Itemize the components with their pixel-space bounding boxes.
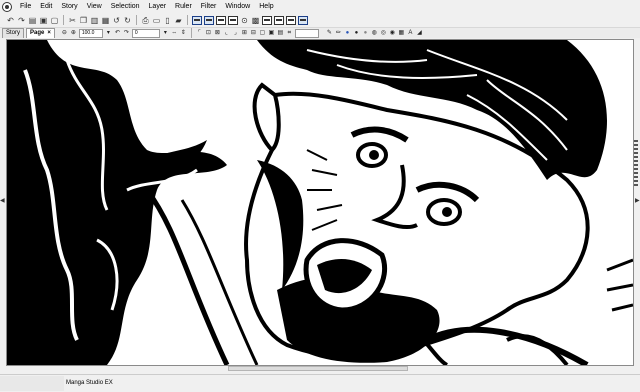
zoom-in-icon[interactable]: ⊕ bbox=[70, 30, 77, 37]
menu-selection[interactable]: Selection bbox=[106, 0, 144, 13]
print-preview-icon[interactable]: ▭ bbox=[152, 16, 161, 25]
rotation-field[interactable]: 0 bbox=[131, 28, 160, 38]
snap-icon[interactable]: ⌞ bbox=[223, 30, 230, 37]
page-border-icon[interactable]: ▢ bbox=[259, 30, 266, 37]
text-icon[interactable]: A bbox=[407, 30, 414, 37]
toolbar-divider bbox=[190, 28, 192, 38]
delete-icon[interactable]: ▦ bbox=[101, 16, 110, 25]
toolbar-divider bbox=[63, 15, 64, 25]
vertical-scroll-marker[interactable] bbox=[633, 138, 639, 248]
grid-icon[interactable]: ⊟ bbox=[250, 30, 257, 37]
status-panel bbox=[0, 376, 64, 391]
layer-panel-icon[interactable] bbox=[262, 15, 272, 25]
close-icon[interactable]: × bbox=[47, 30, 51, 36]
ruler-icon[interactable]: ⊞ bbox=[241, 30, 248, 37]
fit-window-icon[interactable]: ⌜ bbox=[196, 30, 203, 37]
tab-page-label: Page bbox=[30, 30, 45, 36]
menu-window[interactable]: Window bbox=[220, 0, 254, 13]
tone-3-icon[interactable]: ◉ bbox=[389, 30, 396, 37]
pencil-icon[interactable]: ✏ bbox=[335, 30, 342, 37]
rotate-left-icon[interactable]: ↶ bbox=[114, 30, 121, 37]
panel-border-icon[interactable]: ▣ bbox=[268, 30, 275, 37]
export-icon[interactable]: ▰ bbox=[174, 16, 183, 25]
menu-help[interactable]: Help bbox=[254, 0, 277, 13]
undo-icon[interactable]: ↶ bbox=[6, 16, 15, 25]
view-actual-icon[interactable] bbox=[228, 15, 238, 25]
preview-panel-icon[interactable] bbox=[298, 15, 308, 25]
fill-icon[interactable]: ▦ bbox=[398, 30, 405, 37]
redo-history-icon[interactable]: ↻ bbox=[123, 16, 132, 25]
pen-icon[interactable]: ✎ bbox=[326, 30, 333, 37]
menu-layer[interactable]: Layer bbox=[144, 0, 171, 13]
chevron-down-icon[interactable]: ▾ bbox=[162, 30, 169, 37]
status-bar: Manga Studio EX bbox=[0, 374, 640, 392]
cut-icon[interactable]: ✂ bbox=[68, 16, 77, 25]
manga-artwork bbox=[7, 40, 633, 365]
page-toolbar: Story Page × ⊖ ⊕ 100.0 ▾ ↶ ↷ 0 ▾ ⇔ ⇕ ⌜ ⊡ … bbox=[0, 28, 640, 38]
chevron-down-icon[interactable]: ▾ bbox=[105, 30, 112, 37]
color-gray-icon[interactable]: ● bbox=[362, 30, 369, 37]
main-toolbar: ↶ ↷ ▤ ▣ ▢ ✂ ❐ ▥ ▦ ↺ ↻ ⎙ ▭ ▯ ▰ ⊙ ▩ bbox=[0, 13, 640, 28]
color-blue-icon[interactable]: ● bbox=[344, 30, 351, 37]
crop-mark-icon[interactable]: ⌗ bbox=[286, 30, 293, 37]
toolbar-divider bbox=[187, 15, 188, 25]
drawing-canvas[interactable] bbox=[6, 39, 634, 366]
app-icon[interactable] bbox=[2, 1, 12, 12]
menu-file[interactable]: File bbox=[15, 0, 35, 13]
toolbar-divider bbox=[136, 15, 137, 25]
undo-history-icon[interactable]: ↺ bbox=[112, 16, 121, 25]
scroll-left-icon[interactable]: ◀ bbox=[0, 198, 5, 204]
menu-bar: File Edit Story View Selection Layer Rul… bbox=[0, 0, 640, 13]
page-setup-icon[interactable]: ▯ bbox=[163, 16, 172, 25]
zoom-field[interactable]: 100.0 bbox=[78, 28, 103, 38]
horizontal-scrollbar[interactable] bbox=[228, 366, 408, 371]
tab-page[interactable]: Page × bbox=[26, 28, 55, 38]
save-as-icon[interactable]: ▢ bbox=[50, 16, 59, 25]
open-icon[interactable]: ▤ bbox=[28, 16, 37, 25]
save-icon[interactable]: ▣ bbox=[39, 16, 48, 25]
app-name-label: Manga Studio EX bbox=[66, 380, 113, 386]
text-area-icon[interactable]: ▤ bbox=[277, 30, 284, 37]
color-black-icon[interactable]: ● bbox=[353, 30, 360, 37]
menu-ruler[interactable]: Ruler bbox=[170, 0, 196, 13]
layer-field[interactable] bbox=[294, 28, 319, 38]
folder-icon[interactable]: ▩ bbox=[251, 16, 260, 25]
menu-view[interactable]: View bbox=[82, 0, 106, 13]
menu-filter[interactable]: Filter bbox=[196, 0, 221, 13]
flip-horizontal-icon[interactable]: ⇔ bbox=[171, 30, 178, 37]
properties-panel-icon[interactable] bbox=[286, 15, 296, 25]
paste-icon[interactable]: ▥ bbox=[90, 16, 99, 25]
tab-story[interactable]: Story bbox=[2, 28, 25, 38]
view-fit-icon[interactable] bbox=[216, 15, 226, 25]
scroll-right-icon[interactable]: ▶ bbox=[635, 198, 640, 204]
transform-icon[interactable]: ⊠ bbox=[214, 30, 221, 37]
zoom-out-icon[interactable]: ⊖ bbox=[61, 30, 68, 37]
rotate-right-icon[interactable]: ↷ bbox=[123, 30, 130, 37]
view-spread-icon[interactable] bbox=[204, 15, 214, 25]
guide-icon[interactable]: ⌟ bbox=[232, 30, 239, 37]
redo-icon[interactable]: ↷ bbox=[17, 16, 26, 25]
flip-vertical-icon[interactable]: ⇕ bbox=[180, 30, 187, 37]
tone-icon[interactable]: ◍ bbox=[371, 30, 378, 37]
marquee-icon[interactable]: ⊡ bbox=[205, 30, 212, 37]
menu-edit[interactable]: Edit bbox=[35, 0, 56, 13]
view-single-page-icon[interactable] bbox=[192, 15, 202, 25]
navigator-panel-icon[interactable] bbox=[274, 15, 284, 25]
tone-2-icon[interactable]: ◎ bbox=[380, 30, 387, 37]
copy-icon[interactable]: ❐ bbox=[79, 16, 88, 25]
ruler-tool-icon[interactable]: ◢ bbox=[416, 30, 423, 37]
menu-story[interactable]: Story bbox=[56, 0, 81, 13]
lasso-icon[interactable]: ⊙ bbox=[240, 16, 249, 25]
print-icon[interactable]: ⎙ bbox=[141, 16, 150, 25]
